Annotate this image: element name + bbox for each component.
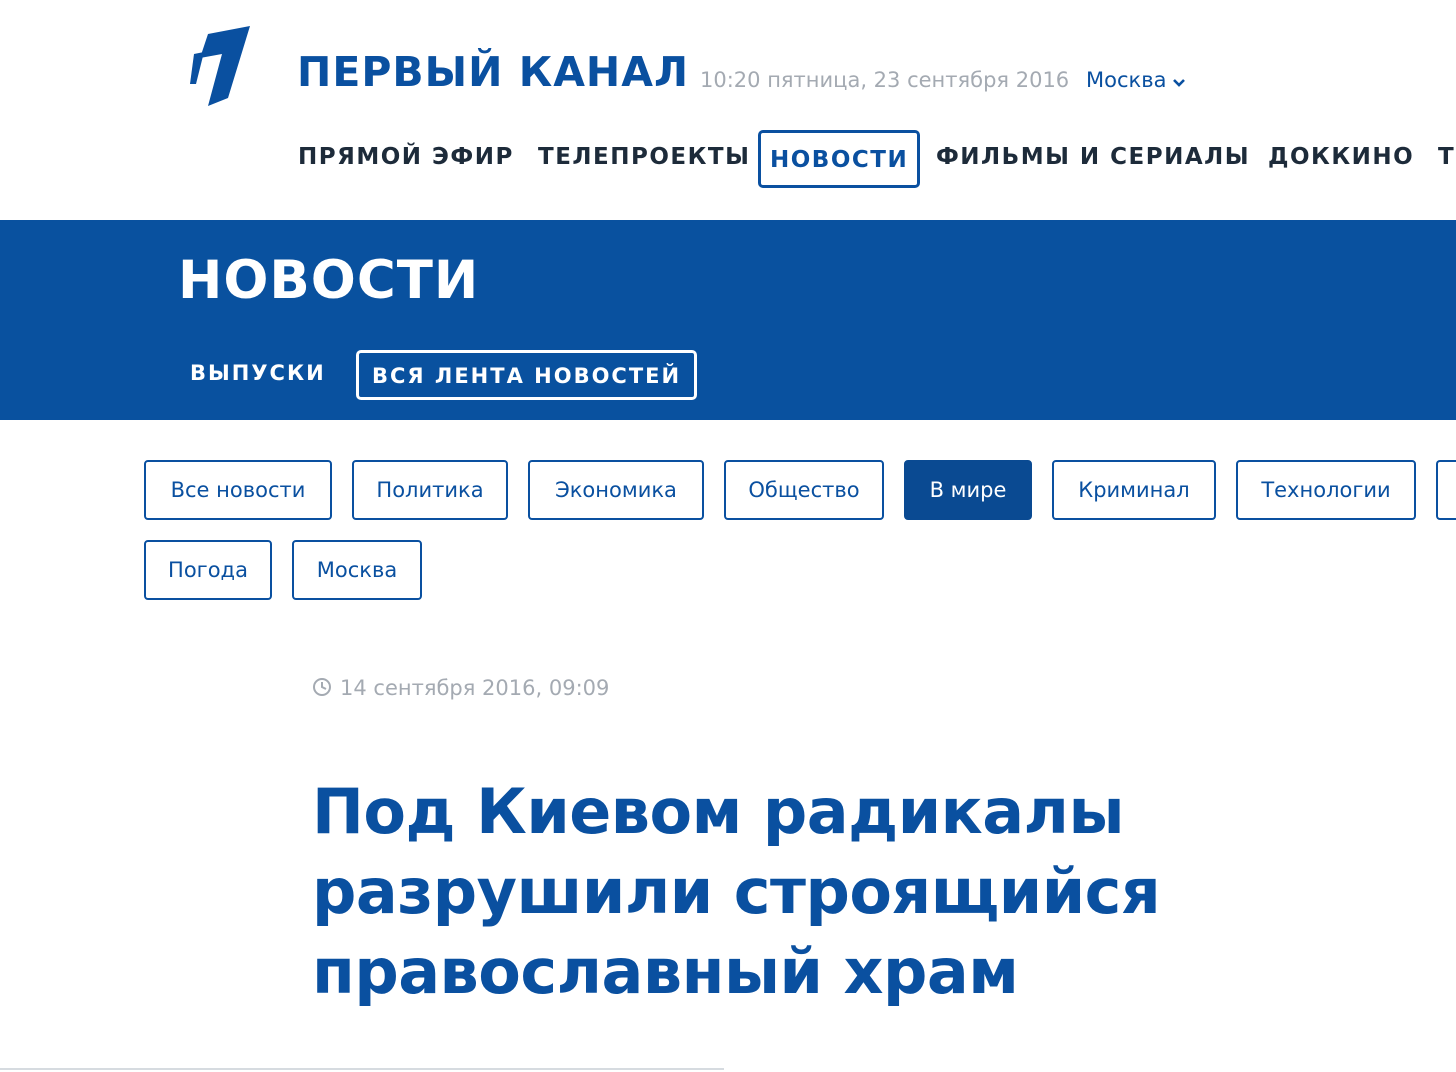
subnav-item-releases[interactable]: ВЫПУСКИ bbox=[190, 350, 326, 400]
article-title: Под Киевом радикалы разрушили строящийся… bbox=[312, 775, 1161, 1008]
category-society[interactable]: Общество bbox=[724, 460, 884, 520]
category-weather[interactable]: Погода bbox=[144, 540, 272, 600]
category-technology[interactable]: Технологии bbox=[1236, 460, 1416, 520]
section-title: НОВОСТИ bbox=[178, 250, 480, 311]
clock-icon bbox=[312, 676, 332, 704]
nav-item-truncated[interactable]: Т bbox=[1438, 130, 1455, 188]
channel-one-logo-icon[interactable] bbox=[186, 26, 250, 108]
category-economy[interactable]: Экономика bbox=[528, 460, 704, 520]
category-moscow[interactable]: Москва bbox=[292, 540, 422, 600]
category-truncated[interactable] bbox=[1436, 460, 1456, 520]
section-band: НОВОСТИ ВЫПУСКИ ВСЯ ЛЕНТА НОВОСТЕЙ bbox=[0, 220, 1456, 420]
current-datetime: 10:20 пятница, 23 сентября 2016 bbox=[700, 68, 1070, 92]
nav-item-teleprojects[interactable]: ТЕЛЕПРОЕКТЫ bbox=[538, 130, 750, 188]
nav-item-live[interactable]: ПРЯМОЙ ЭФИР bbox=[298, 130, 514, 188]
article-date-text: 14 сентября 2016, 09:09 bbox=[340, 676, 610, 700]
nav-item-films-series[interactable]: ФИЛЬМЫ И СЕРИАЛЫ bbox=[936, 130, 1250, 188]
divider bbox=[0, 1068, 724, 1070]
main-navigation: ПРЯМОЙ ЭФИР ТЕЛЕПРОЕКТЫ НОВОСТИ ФИЛЬМЫ И… bbox=[0, 130, 1456, 188]
article-date: 14 сентября 2016, 09:09 bbox=[312, 674, 609, 704]
category-world[interactable]: В мире bbox=[904, 460, 1032, 520]
chevron-down-icon bbox=[1172, 67, 1186, 95]
category-politics[interactable]: Политика bbox=[352, 460, 508, 520]
nav-item-dokkino[interactable]: ДОККИНО bbox=[1268, 130, 1414, 188]
city-selector[interactable]: Москва bbox=[1086, 66, 1186, 95]
category-all-news[interactable]: Все новости bbox=[144, 460, 332, 520]
city-label: Москва bbox=[1086, 68, 1167, 92]
subnav-item-all-news-feed[interactable]: ВСЯ ЛЕНТА НОВОСТЕЙ bbox=[356, 350, 698, 400]
brand-name[interactable]: ПЕРВЫЙ КАНАЛ bbox=[297, 46, 689, 98]
category-crime[interactable]: Криминал bbox=[1052, 460, 1216, 520]
nav-item-news[interactable]: НОВОСТИ bbox=[758, 130, 921, 188]
site-header: ПЕРВЫЙ КАНАЛ 10:20 пятница, 23 сентября … bbox=[0, 0, 1456, 220]
